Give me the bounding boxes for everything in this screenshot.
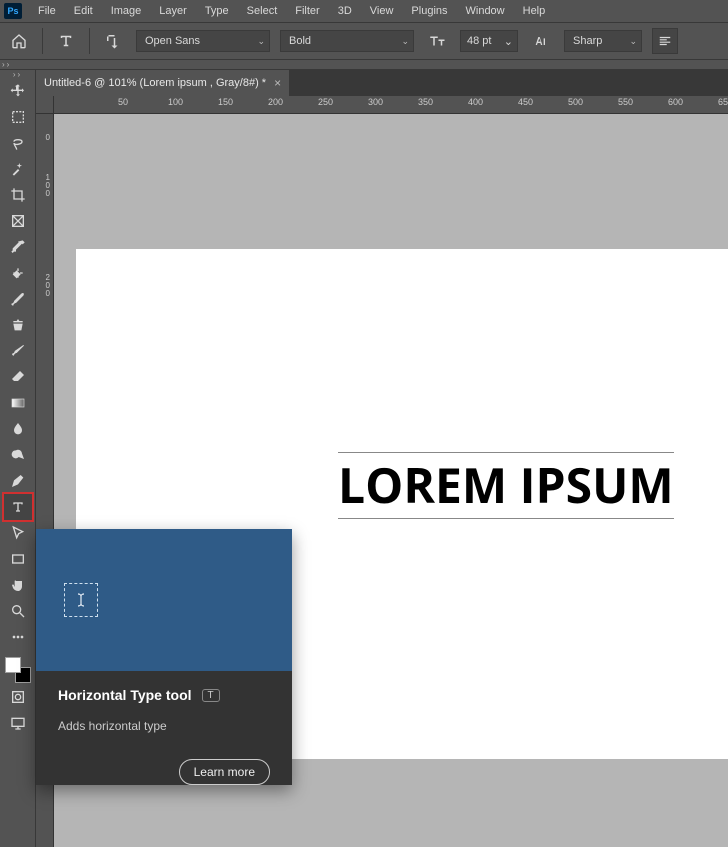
pen-tool[interactable] xyxy=(4,468,32,494)
menu-select[interactable]: Select xyxy=(239,2,286,20)
lasso-tool[interactable] xyxy=(4,130,32,156)
eraser-tool[interactable] xyxy=(4,364,32,390)
foreground-color-swatch[interactable] xyxy=(5,657,21,673)
type-tool[interactable] xyxy=(4,494,32,520)
rectangle-tool[interactable] xyxy=(4,546,32,572)
antialias-dropdown[interactable]: Sharp ⌄ xyxy=(564,30,642,52)
text-layer[interactable]: LOREM IPSUM xyxy=(338,452,674,519)
quick-mask-toggle[interactable] xyxy=(4,684,32,710)
tooltip-description: Adds horizontal type xyxy=(58,719,270,733)
menu-filter[interactable]: Filter xyxy=(287,2,327,20)
blur-tool[interactable] xyxy=(4,416,32,442)
eyedropper-tool[interactable] xyxy=(4,234,32,260)
home-icon[interactable] xyxy=(6,28,32,54)
options-bar: Open Sans ⌄ Bold ⌄ 48 pt ⌄ Sharp ⌄ xyxy=(0,22,728,60)
menu-image[interactable]: Image xyxy=(103,2,150,20)
learn-more-button[interactable]: Learn more xyxy=(179,759,270,785)
document-tab-strip: Untitled-6 @ 101% (Lorem ipsum , Gray/8#… xyxy=(36,70,728,96)
dodge-tool[interactable] xyxy=(4,442,32,468)
font-style-value: Bold xyxy=(289,35,311,47)
ruler-horizontal[interactable]: 50100150200250300350400450500550600650 xyxy=(54,96,728,114)
clone-stamp-tool[interactable] xyxy=(4,312,32,338)
close-icon[interactable]: × xyxy=(274,76,281,90)
separator xyxy=(42,28,43,54)
font-family-dropdown[interactable]: Open Sans ⌄ xyxy=(136,30,270,52)
toolbox: ›› xyxy=(0,70,36,847)
menu-plugins[interactable]: Plugins xyxy=(403,2,455,20)
chevron-down-icon: ⌄ xyxy=(504,35,513,48)
ruler-origin[interactable] xyxy=(36,96,54,114)
antialias-icon xyxy=(528,28,554,54)
menu-file[interactable]: File xyxy=(30,2,64,20)
menu-layer[interactable]: Layer xyxy=(151,2,195,20)
chevron-down-icon: ⌄ xyxy=(623,36,637,47)
text-content[interactable]: LOREM IPSUM xyxy=(338,452,674,519)
hand-tool[interactable] xyxy=(4,572,32,598)
font-style-dropdown[interactable]: Bold ⌄ xyxy=(280,30,414,52)
path-selection-tool[interactable] xyxy=(4,520,32,546)
menu-window[interactable]: Window xyxy=(458,2,513,20)
brush-tool[interactable] xyxy=(4,286,32,312)
edit-toolbar[interactable] xyxy=(4,624,32,650)
gradient-tool[interactable] xyxy=(4,390,32,416)
tooltip-title: Horizontal Type tool xyxy=(58,687,192,703)
chevron-down-icon: ⌄ xyxy=(251,36,265,47)
marquee-tool[interactable] xyxy=(4,104,32,130)
crop-tool[interactable] xyxy=(4,182,32,208)
font-family-value: Open Sans xyxy=(145,35,200,47)
zoom-tool[interactable] xyxy=(4,598,32,624)
align-left-button[interactable] xyxy=(652,28,678,54)
color-swatches[interactable] xyxy=(4,656,32,684)
menu-edit[interactable]: Edit xyxy=(66,2,101,20)
chevron-down-icon: ⌄ xyxy=(395,36,409,47)
tooltip-preview xyxy=(36,529,292,671)
font-size-value: 48 pt xyxy=(467,35,491,47)
type-tool-icon[interactable] xyxy=(53,28,79,54)
document-tab[interactable]: Untitled-6 @ 101% (Lorem ipsum , Gray/8#… xyxy=(36,70,289,96)
menu-type[interactable]: Type xyxy=(197,2,237,20)
font-size-input[interactable]: 48 pt ⌄ xyxy=(460,30,518,52)
menu-view[interactable]: View xyxy=(362,2,402,20)
tooltip-shortcut: T xyxy=(202,689,220,702)
healing-brush-tool[interactable] xyxy=(4,260,32,286)
history-brush-tool[interactable] xyxy=(4,338,32,364)
menu-bar: Ps File Edit Image Layer Type Select Fil… xyxy=(0,0,728,22)
move-tool[interactable] xyxy=(4,78,32,104)
panel-toggle-handle[interactable]: ›› xyxy=(0,60,728,70)
frame-tool[interactable] xyxy=(4,208,32,234)
separator xyxy=(89,28,90,54)
antialias-value: Sharp xyxy=(573,35,602,47)
font-size-icon xyxy=(424,28,450,54)
type-cursor-icon xyxy=(64,583,98,617)
text-orientation-icon[interactable] xyxy=(100,28,126,54)
magic-wand-tool[interactable] xyxy=(4,156,32,182)
menu-help[interactable]: Help xyxy=(515,2,554,20)
app-logo: Ps xyxy=(4,3,22,19)
toolbox-grip[interactable]: ›› xyxy=(0,70,35,78)
tool-tooltip: Horizontal Type tool T Adds horizontal t… xyxy=(36,529,292,785)
screen-mode-toggle[interactable] xyxy=(4,710,32,736)
document-tab-title: Untitled-6 @ 101% (Lorem ipsum , Gray/8#… xyxy=(44,77,266,89)
menu-3d[interactable]: 3D xyxy=(330,2,360,20)
